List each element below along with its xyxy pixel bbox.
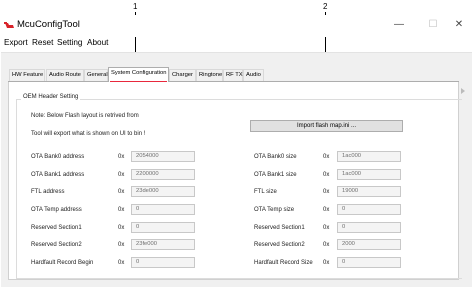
ota-temp-size-label: OTA Temp size xyxy=(254,207,295,213)
tab-general[interactable]: General xyxy=(84,69,108,81)
tab-audio[interactable]: Audio xyxy=(243,69,264,81)
ota-temp-address-field[interactable]: 0 xyxy=(131,204,195,215)
hex-prefix: 0x xyxy=(323,189,330,195)
hex-prefix: 0x xyxy=(118,154,125,160)
group-title: OEM Header Setting xyxy=(21,93,81,101)
reserved-section1-size-label: Reserved Section1 xyxy=(254,225,305,231)
hardfault-record-size-field[interactable]: 0 xyxy=(337,257,401,268)
tab-ringtone[interactable]: Ringtone xyxy=(196,69,223,81)
reserved-section1-size-field[interactable]: 0 xyxy=(337,222,401,233)
menu-setting[interactable]: Setting xyxy=(57,38,83,48)
ota-bank1-address-field[interactable]: 2200000 xyxy=(131,169,195,180)
hardfault-record-begin-label: Hardfault Record Begin xyxy=(31,260,94,266)
close-button[interactable]: ✕ xyxy=(452,18,466,32)
hex-prefix: 0x xyxy=(323,225,330,231)
import-flash-map-button[interactable]: Import flash map.ini ... xyxy=(250,120,403,132)
tab-hw-feature[interactable]: HW Feature xyxy=(9,69,45,81)
hex-prefix: 0x xyxy=(323,172,330,178)
tab-charger[interactable]: Charger xyxy=(169,69,196,81)
reserved-section2-field[interactable]: 23fe000 xyxy=(131,239,195,250)
hex-prefix: 0x xyxy=(323,260,330,266)
ftl-size-label: FTL size xyxy=(254,189,277,195)
hex-prefix: 0x xyxy=(118,207,125,213)
hex-prefix: 0x xyxy=(118,189,125,195)
minimize-button[interactable]: — xyxy=(392,18,406,32)
tab-audio-route[interactable]: Audio Route xyxy=(46,69,84,81)
ota-bank0-size-field[interactable]: 1ac000 xyxy=(337,151,401,162)
hex-prefix: 0x xyxy=(118,225,125,231)
hardfault-record-begin-field[interactable]: 0 xyxy=(131,257,195,268)
menu-reset[interactable]: Reset xyxy=(32,38,53,48)
menu-about[interactable]: About xyxy=(87,38,108,48)
hex-prefix: 0x xyxy=(323,242,330,248)
menu-export[interactable]: Export xyxy=(4,38,28,48)
ftl-size-field[interactable]: 19000 xyxy=(337,186,401,197)
export-note: Tool will export what is shown on UI to … xyxy=(31,131,146,137)
ota-temp-address-label: OTA Temp address xyxy=(31,207,82,213)
hex-prefix: 0x xyxy=(323,207,330,213)
annotation-label-2: 2 xyxy=(323,2,328,11)
reserved-section2-size-label: Reserved Section2 xyxy=(254,242,305,248)
ota-bank0-address-field[interactable]: 2054000 xyxy=(131,151,195,162)
reserved-section2-label: Reserved Section2 xyxy=(31,242,82,248)
ota-bank1-size-field[interactable]: 1ac000 xyxy=(337,169,401,180)
ota-temp-size-field[interactable]: 0 xyxy=(337,204,401,215)
reserved-section1-field[interactable]: 0 xyxy=(131,222,195,233)
tab-system-configuration[interactable]: System Configuration xyxy=(108,67,169,82)
ota-bank0-size-label: OTA Bank0 size xyxy=(254,154,297,160)
flash-layout-note: Note: Below Flash layout is retrived fro… xyxy=(31,113,139,119)
ota-bank1-address-label: OTA Bank1 address xyxy=(31,172,85,178)
reserved-section2-size-field[interactable]: 2000 xyxy=(337,239,401,250)
hex-prefix: 0x xyxy=(118,172,125,178)
ota-bank1-size-label: OTA Bank1 size xyxy=(254,172,297,178)
tab-scroll-right-icon[interactable] xyxy=(461,88,465,94)
annotation-label-1: 1 xyxy=(133,2,138,11)
hex-prefix: 0x xyxy=(323,154,330,160)
ftl-address-label: FTL address xyxy=(31,189,65,195)
maximize-button[interactable]: ☐ xyxy=(426,18,440,32)
window-title: McuConfigTool xyxy=(17,19,80,30)
active-tab-highlight xyxy=(110,81,167,82)
hex-prefix: 0x xyxy=(118,260,125,266)
hex-prefix: 0x xyxy=(118,242,125,248)
ftl-address-field[interactable]: 23de000 xyxy=(131,186,195,197)
app-icon xyxy=(4,22,14,28)
ota-bank0-address-label: OTA Bank0 address xyxy=(31,154,85,160)
hardfault-record-size-label: Hardfault Record Size xyxy=(254,260,313,266)
reserved-section1-label: Reserved Section1 xyxy=(31,225,82,231)
tab-rf-tx[interactable]: RF TX xyxy=(223,69,243,81)
